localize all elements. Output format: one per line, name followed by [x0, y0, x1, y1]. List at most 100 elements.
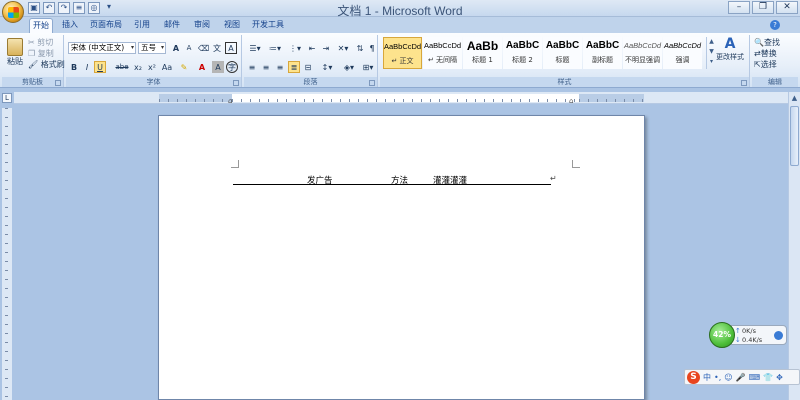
enclose-char-icon[interactable]: 字 — [226, 61, 238, 73]
sort-icon[interactable]: ⇅ — [354, 42, 366, 54]
scroll-down-icon[interactable]: ▼ — [707, 47, 716, 57]
multilevel-list-icon[interactable]: ⋮▾ — [286, 42, 304, 54]
office-logo-icon — [8, 7, 19, 18]
font-name-value: 宋体 (中文正文) — [71, 43, 125, 52]
styles-group-label: 样式 — [380, 77, 749, 87]
style-subtitle[interactable]: AaBbC 副标题 — [583, 37, 622, 69]
right-indent-marker-icon[interactable]: ⌂ — [569, 97, 573, 105]
scroll-up-icon[interactable]: ▲ — [707, 37, 716, 47]
emoji-icon[interactable]: ☺ — [724, 373, 732, 382]
document-page[interactable]: 发广告 方法 灌灌灌灌 ↵ — [158, 115, 645, 400]
vertical-scrollbar[interactable]: ▲ — [788, 92, 800, 400]
replace-icon: ⇄ — [754, 49, 761, 58]
decrease-indent-icon[interactable]: ⇤ — [306, 42, 318, 54]
paragraph-launcher[interactable] — [369, 80, 375, 86]
style-emphasis[interactable]: AaBbCcDd 强调 — [663, 37, 702, 69]
punct-icon[interactable]: •, — [714, 373, 721, 382]
style-heading-2[interactable]: AaBbC 标题 2 — [503, 37, 542, 69]
grow-font-button[interactable]: A — [170, 42, 182, 54]
skin-icon[interactable]: 👕 — [763, 373, 773, 382]
strikethrough-button[interactable]: abe — [114, 61, 130, 73]
copy-button[interactable]: ❐ 复制 — [28, 48, 54, 59]
font-launcher[interactable] — [233, 80, 239, 86]
format-painter-button[interactable]: 🖌 格式刷 — [28, 59, 65, 70]
close-button[interactable]: ✕ — [776, 1, 798, 14]
align-center-icon[interactable]: ≡ — [260, 61, 272, 73]
style-normal[interactable]: AaBbCcDd ↵ 正文 — [383, 37, 422, 69]
scroll-thumb[interactable] — [790, 106, 799, 166]
justify-icon[interactable]: ≣ — [288, 61, 300, 73]
cursor-icon: ⇱ — [754, 60, 761, 69]
tab-developer[interactable]: 开发工具 — [250, 18, 286, 33]
horizontal-ruler[interactable]: ⌂ ⌂ — [14, 92, 800, 105]
tab-page-layout[interactable]: 页面布局 — [88, 18, 124, 33]
help-icon[interactable]: ? — [770, 20, 780, 30]
more-styles-icon[interactable]: ▾ — [707, 57, 716, 67]
find-button[interactable]: 🔍查找 — [754, 37, 780, 48]
font-size-select[interactable]: 五号 ▾ — [138, 42, 166, 54]
maximize-button[interactable]: ❐ — [752, 1, 774, 14]
bold-button[interactable]: B — [68, 61, 80, 73]
mic-icon[interactable]: 🎤 — [736, 373, 746, 382]
tab-mailings[interactable]: 邮件 — [160, 18, 184, 33]
tab-view[interactable]: 视图 — [220, 18, 244, 33]
crop-mark-top-left — [231, 160, 239, 168]
network-speed-panel: ↑ ↓ 0K/s 0.4K/s — [731, 325, 787, 345]
tool-icon[interactable]: ✥ — [776, 373, 783, 382]
change-case-button[interactable]: Aa — [160, 61, 174, 73]
shading-icon[interactable]: ◈▾ — [340, 61, 358, 73]
styles-launcher[interactable] — [741, 80, 747, 86]
borders-icon[interactable]: ⊞▾ — [360, 61, 376, 73]
line-spacing-icon[interactable]: ↕▾ — [318, 61, 336, 73]
style-no-spacing[interactable]: AaBbCcDd ↵ 无间隔 — [423, 37, 462, 69]
style-subtle-emphasis[interactable]: AaBbCcDd 不明显强调 — [623, 37, 662, 69]
style-name: ↵ 正文 — [391, 57, 414, 65]
distribute-icon[interactable]: ⊟ — [302, 61, 314, 73]
ime-mode-toggle[interactable]: 中 — [703, 372, 711, 383]
clipboard-launcher[interactable] — [55, 80, 61, 86]
vertical-ruler[interactable] — [2, 108, 12, 400]
sogou-logo-icon[interactable]: S — [687, 370, 700, 384]
format-painter-label: 格式刷 — [40, 60, 65, 69]
paste-button[interactable]: 粘贴 — [5, 38, 25, 67]
increase-indent-icon[interactable]: ⇥ — [320, 42, 332, 54]
font-color-icon[interactable]: A — [196, 61, 208, 73]
replace-button[interactable]: ⇄替换 — [754, 48, 777, 59]
chinese-layout-icon[interactable]: ✕▾ — [334, 42, 352, 54]
highlight-icon[interactable]: ✎ — [178, 61, 190, 73]
show-marks-icon[interactable]: ¶ — [366, 42, 378, 54]
italic-button[interactable]: I — [81, 61, 93, 73]
scroll-up-icon[interactable]: ▲ — [790, 94, 799, 103]
select-button[interactable]: ⇱选择 — [754, 59, 777, 70]
numbering-icon[interactable]: ≔▾ — [266, 42, 284, 54]
memory-usage-badge[interactable]: 42% — [709, 322, 735, 348]
phonetic-icon[interactable]: 文 — [211, 42, 223, 54]
subscript-button[interactable]: x₂ — [132, 61, 144, 73]
style-heading-1[interactable]: AaBb 标题 1 — [463, 37, 502, 69]
minimize-button[interactable]: – — [728, 1, 750, 14]
underline-button[interactable]: U — [94, 61, 106, 73]
indent-marker-icon[interactable]: ⌂ — [228, 97, 232, 105]
tab-references[interactable]: 引用 — [130, 18, 154, 33]
speedup-icon[interactable] — [774, 331, 783, 340]
tab-home[interactable]: 开始 — [29, 18, 53, 33]
tab-review[interactable]: 审阅 — [190, 18, 214, 33]
superscript-button[interactable]: x² — [146, 61, 158, 73]
align-right-icon[interactable]: ≡ — [274, 61, 286, 73]
cut-button[interactable]: ✂ 剪切 — [28, 37, 53, 48]
tab-selector-icon[interactable]: L — [2, 93, 12, 103]
style-title[interactable]: AaBbC 标题 — [543, 37, 582, 69]
align-left-icon[interactable]: ≡ — [246, 61, 258, 73]
bullets-icon[interactable]: ☰▾ — [246, 42, 264, 54]
network-monitor-widget[interactable]: ↑ ↓ 0K/s 0.4K/s 42% — [709, 322, 787, 348]
keyboard-icon[interactable]: ⌨ — [749, 373, 761, 382]
change-styles-button[interactable]: A 更改样式 — [714, 36, 746, 62]
char-border-button[interactable]: A — [225, 42, 237, 54]
shrink-font-button[interactable]: A — [183, 42, 195, 54]
font-name-select[interactable]: 宋体 (中文正文) ▾ — [68, 42, 136, 54]
clear-format-icon[interactable]: ⌫ — [197, 42, 209, 54]
office-button[interactable] — [2, 1, 24, 23]
tab-insert[interactable]: 插入 — [58, 18, 82, 33]
char-shading-icon[interactable]: A — [212, 61, 224, 73]
ribbon-tabs: 开始 插入 页面布局 引用 邮件 审阅 视图 开发工具 ? — [0, 17, 800, 33]
